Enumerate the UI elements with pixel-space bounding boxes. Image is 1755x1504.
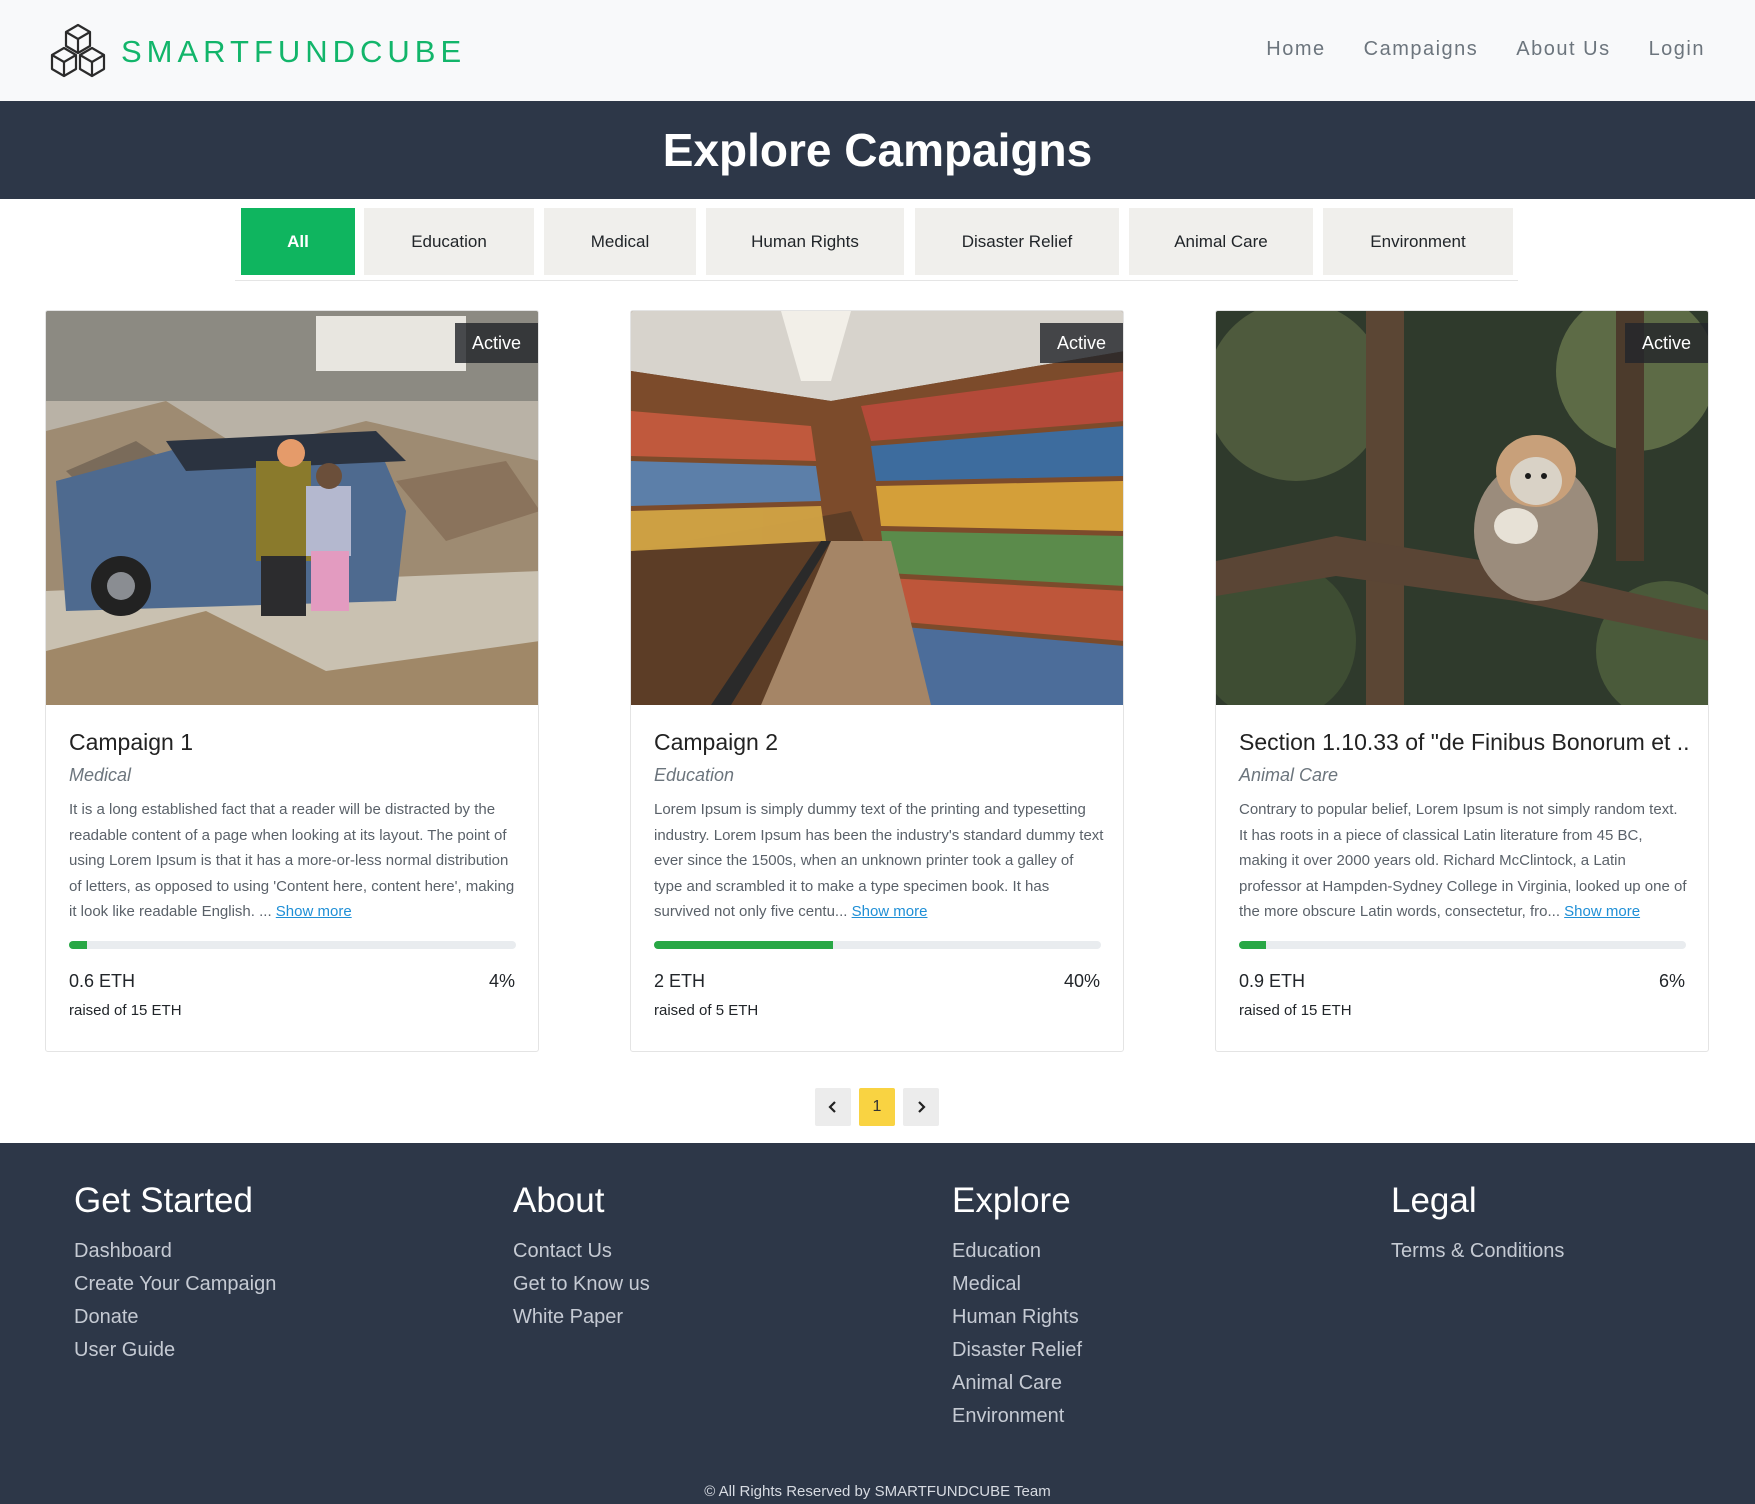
nav-about-link[interactable]: About Us xyxy=(1516,38,1610,61)
progress-bar xyxy=(1239,941,1686,949)
main-nav: Home Campaigns About Us Login xyxy=(1266,38,1705,61)
site-footer: Get Started Dashboard Create Your Campai… xyxy=(0,1143,1755,1504)
campaign-description: Lorem Ipsum is simply dummy text of the … xyxy=(654,797,1104,925)
campaign-category: Animal Care xyxy=(1239,765,1339,785)
campaign-title[interactable]: Campaign 1 xyxy=(69,729,519,756)
progress-bar-fill xyxy=(1239,941,1266,949)
progress-bar-fill xyxy=(654,941,833,949)
show-more-link[interactable]: Show more xyxy=(852,903,928,920)
progress-bar xyxy=(69,941,516,949)
campaign-card[interactable]: Active Section 1.10.33 of "de Finibus Bo… xyxy=(1215,310,1709,1052)
brand-name[interactable]: SMARTFUNDCUBE xyxy=(121,34,466,70)
footer-column-about: About Contact Us Get to Know us White Pa… xyxy=(513,1181,650,1334)
footer-column-get-started: Get Started Dashboard Create Your Campai… xyxy=(74,1181,276,1367)
footer-column-legal: Legal Terms & Conditions xyxy=(1391,1181,1564,1268)
show-more-link[interactable]: Show more xyxy=(276,903,352,920)
filter-tab-education[interactable]: Education xyxy=(364,208,534,275)
footer-link-donate[interactable]: Donate xyxy=(74,1301,276,1334)
footer-column-explore: Explore Education Medical Human Rights D… xyxy=(952,1181,1082,1433)
filter-tab-environment[interactable]: Environment xyxy=(1323,208,1513,275)
status-badge: Active xyxy=(454,323,538,363)
campaign-category: Education xyxy=(654,765,735,785)
footer-link-medical[interactable]: Medical xyxy=(952,1268,1082,1301)
progress-percent: 4% xyxy=(488,971,515,991)
progress-percent: 6% xyxy=(1658,971,1685,991)
campaign-description: Contrary to popular belief, Lorem Ipsum … xyxy=(1239,797,1689,925)
footer-link-get-to-know-us[interactable]: Get to Know us xyxy=(513,1268,650,1301)
footer-link-terms[interactable]: Terms & Conditions xyxy=(1391,1235,1564,1268)
campaign-title[interactable]: Section 1.10.33 of "de Finibus Bonorum e… xyxy=(1239,729,1689,756)
progress-percent: 40% xyxy=(1063,971,1100,991)
campaign-category: Medical xyxy=(69,765,132,785)
filter-tab-all[interactable]: All xyxy=(241,208,355,275)
pagination: 1 xyxy=(815,1088,939,1126)
footer-link-user-guide[interactable]: User Guide xyxy=(74,1334,276,1367)
campaign-card[interactable]: Active Campaign 2 Education Lorem Ipsum … xyxy=(630,310,1124,1052)
campaign-image-disaster-cleanup[interactable] xyxy=(46,311,539,705)
filter-tab-medical[interactable]: Medical xyxy=(544,208,696,275)
amount-raised: 0.9 ETH xyxy=(1239,971,1306,991)
goal-amount: raised of 15 ETH xyxy=(1239,1002,1352,1019)
page-number-current[interactable]: 1 xyxy=(859,1088,895,1126)
footer-link-dashboard[interactable]: Dashboard xyxy=(74,1235,276,1268)
footer-heading: Explore xyxy=(952,1181,1071,1220)
filter-tab-disaster-relief[interactable]: Disaster Relief xyxy=(915,208,1119,275)
campaign-description: It is a long established fact that a rea… xyxy=(69,797,519,925)
progress-bar xyxy=(654,941,1101,949)
nav-login-link[interactable]: Login xyxy=(1649,38,1705,61)
footer-link-animal-care[interactable]: Animal Care xyxy=(952,1367,1082,1400)
chevron-left-icon[interactable] xyxy=(815,1088,851,1126)
page-title-band: Explore Campaigns xyxy=(0,101,1755,199)
page-title: Explore Campaigns xyxy=(662,124,1093,176)
goal-amount: raised of 5 ETH xyxy=(654,1002,759,1019)
footer-link-create-campaign[interactable]: Create Your Campaign xyxy=(74,1268,276,1301)
filter-tab-animal-care[interactable]: Animal Care xyxy=(1129,208,1313,275)
category-filter-tabs: All Education Medical Human Rights Disas… xyxy=(235,206,1518,281)
footer-link-disaster-relief[interactable]: Disaster Relief xyxy=(952,1334,1082,1367)
footer-heading: About xyxy=(513,1181,605,1220)
filter-tab-human-rights[interactable]: Human Rights xyxy=(706,208,904,275)
nav-campaigns-link[interactable]: Campaigns xyxy=(1364,38,1479,61)
footer-heading: Get Started xyxy=(74,1181,253,1220)
amount-raised: 2 ETH xyxy=(654,971,706,991)
top-navbar: SMARTFUNDCUBE Home Campaigns About Us Lo… xyxy=(0,0,1755,101)
progress-bar-fill xyxy=(69,941,87,949)
hexagon-cubes-logo-icon[interactable] xyxy=(48,22,108,80)
status-badge: Active xyxy=(1624,323,1708,363)
footer-heading: Legal xyxy=(1391,1181,1477,1220)
campaign-image-library[interactable] xyxy=(631,311,1124,705)
goal-amount: raised of 15 ETH xyxy=(69,1002,182,1019)
footer-link-human-rights[interactable]: Human Rights xyxy=(952,1301,1082,1334)
show-more-link[interactable]: Show more xyxy=(1564,903,1640,920)
footer-link-white-paper[interactable]: White Paper xyxy=(513,1301,650,1334)
nav-home-link[interactable]: Home xyxy=(1266,38,1325,61)
footer-link-contact-us[interactable]: Contact Us xyxy=(513,1235,650,1268)
campaign-title[interactable]: Campaign 2 xyxy=(654,729,1104,756)
campaign-image-monkey[interactable] xyxy=(1216,311,1709,705)
copyright-text: © All Rights Reserved by SMARTFUNDCUBE T… xyxy=(704,1483,1051,1500)
amount-raised: 0.6 ETH xyxy=(69,971,136,991)
chevron-right-icon[interactable] xyxy=(903,1088,939,1126)
campaign-card[interactable]: Active Campaign 1 Medical It is a long e… xyxy=(45,310,539,1052)
footer-link-education[interactable]: Education xyxy=(952,1235,1082,1268)
footer-link-environment[interactable]: Environment xyxy=(952,1400,1082,1433)
status-badge: Active xyxy=(1039,323,1123,363)
